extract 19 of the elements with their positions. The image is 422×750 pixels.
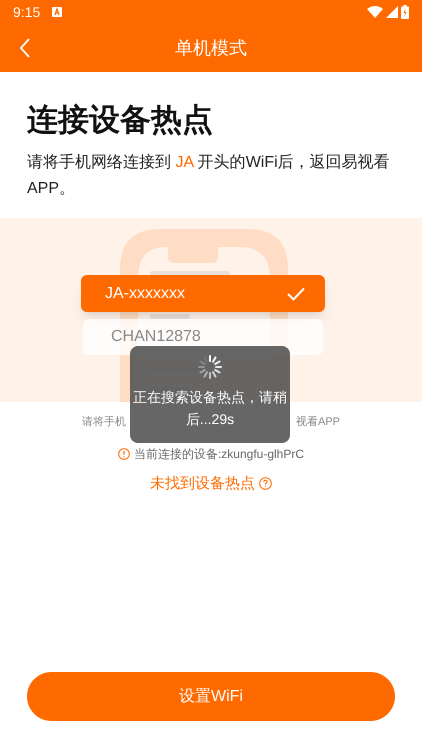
page-title: 单机模式 bbox=[175, 36, 247, 60]
hint-text: 视看APP bbox=[296, 415, 340, 430]
battery-icon bbox=[401, 5, 409, 19]
status-time: 9:15 bbox=[13, 2, 40, 22]
hint-text: 请将手机 bbox=[82, 415, 126, 430]
network-item[interactable]: JA-xxxxxxx bbox=[81, 275, 325, 312]
toast-message: 正在搜索设备热点，请稍后...29s bbox=[132, 388, 288, 429]
warning-icon bbox=[118, 448, 130, 460]
check-icon bbox=[287, 286, 305, 300]
heading: 连接设备热点 bbox=[27, 101, 214, 139]
set-wifi-button[interactable]: 设置WiFi bbox=[27, 672, 395, 721]
current-device-text: 当前连接的设备:zkungfu-glhPrC bbox=[134, 446, 304, 462]
help-icon bbox=[259, 477, 272, 490]
description-text: 请将手机网络连接到 JA 开头的WiFi后，返回易视看APP。 bbox=[27, 152, 391, 199]
notification-icon bbox=[52, 7, 62, 17]
spinner-icon bbox=[197, 354, 223, 380]
not-found-link[interactable]: 未找到设备热点 bbox=[150, 472, 272, 495]
signal-icon bbox=[386, 6, 398, 18]
wifi-icon bbox=[367, 6, 383, 18]
